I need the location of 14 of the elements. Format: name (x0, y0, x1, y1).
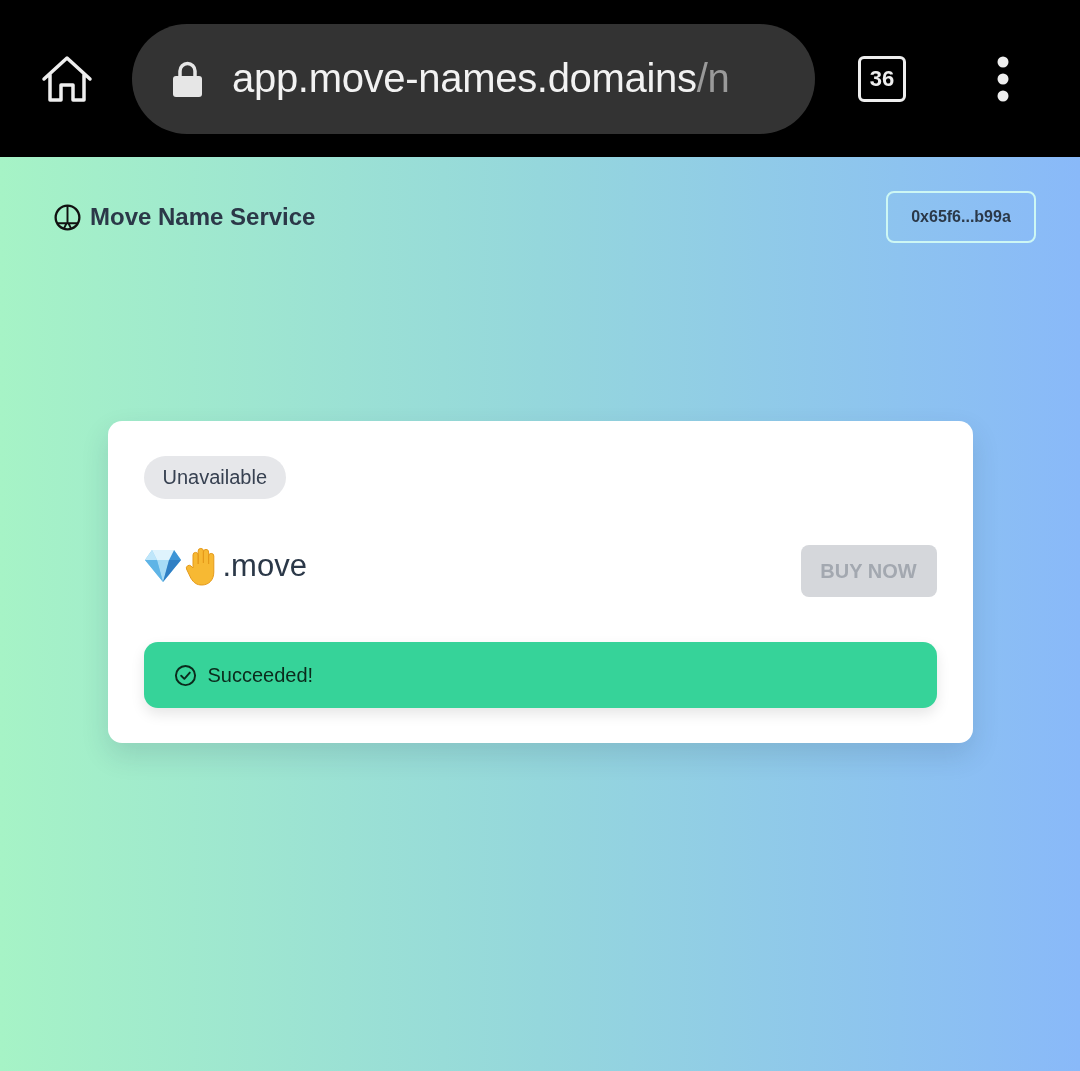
lock-icon (172, 60, 203, 97)
wallet-address-button[interactable]: 0x65f6...b99a (886, 191, 1036, 243)
url-text: app.move-names.domains/n (232, 56, 730, 101)
alert-message: Succeeded! (207, 663, 314, 687)
gem-icon (143, 549, 182, 583)
circle-logo-icon[interactable] (54, 203, 81, 231)
address-bar[interactable]: app.move-names.domains/n (132, 23, 815, 134)
home-icon[interactable] (40, 54, 94, 103)
domain-name: .move (222, 548, 307, 584)
menu-icon[interactable] (997, 55, 1009, 102)
app-title: Move Name Service (90, 203, 316, 231)
check-circle-icon (173, 663, 197, 687)
status-badge: Unavailable (143, 456, 286, 499)
tab-switcher-button[interactable]: 36 (858, 55, 906, 102)
